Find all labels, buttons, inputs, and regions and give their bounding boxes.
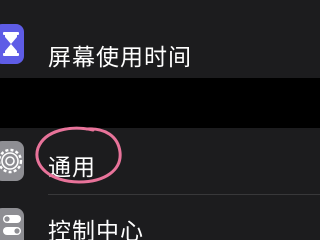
settings-item-control-center[interactable]: 控制中心 <box>0 195 320 240</box>
settings-item-label: 屏幕使用时间 <box>48 45 192 71</box>
settings-item-general[interactable]: 通用 <box>0 128 320 194</box>
settings-item-label: 控制中心 <box>48 219 144 240</box>
previous-cell-edge <box>0 0 320 10</box>
settings-group-screen-time: 屏幕使用时间 <box>0 10 320 78</box>
gear-icon <box>0 141 24 181</box>
settings-item-label: 通用 <box>48 155 96 181</box>
settings-group-general: 通用 控制中心 <box>0 128 320 240</box>
settings-screen: 屏幕使用时间 通用 控制中心 <box>0 0 320 240</box>
settings-item-screen-time[interactable]: 屏幕使用时间 <box>0 10 320 78</box>
toggles-icon <box>0 208 24 240</box>
hourglass-icon <box>0 24 24 64</box>
